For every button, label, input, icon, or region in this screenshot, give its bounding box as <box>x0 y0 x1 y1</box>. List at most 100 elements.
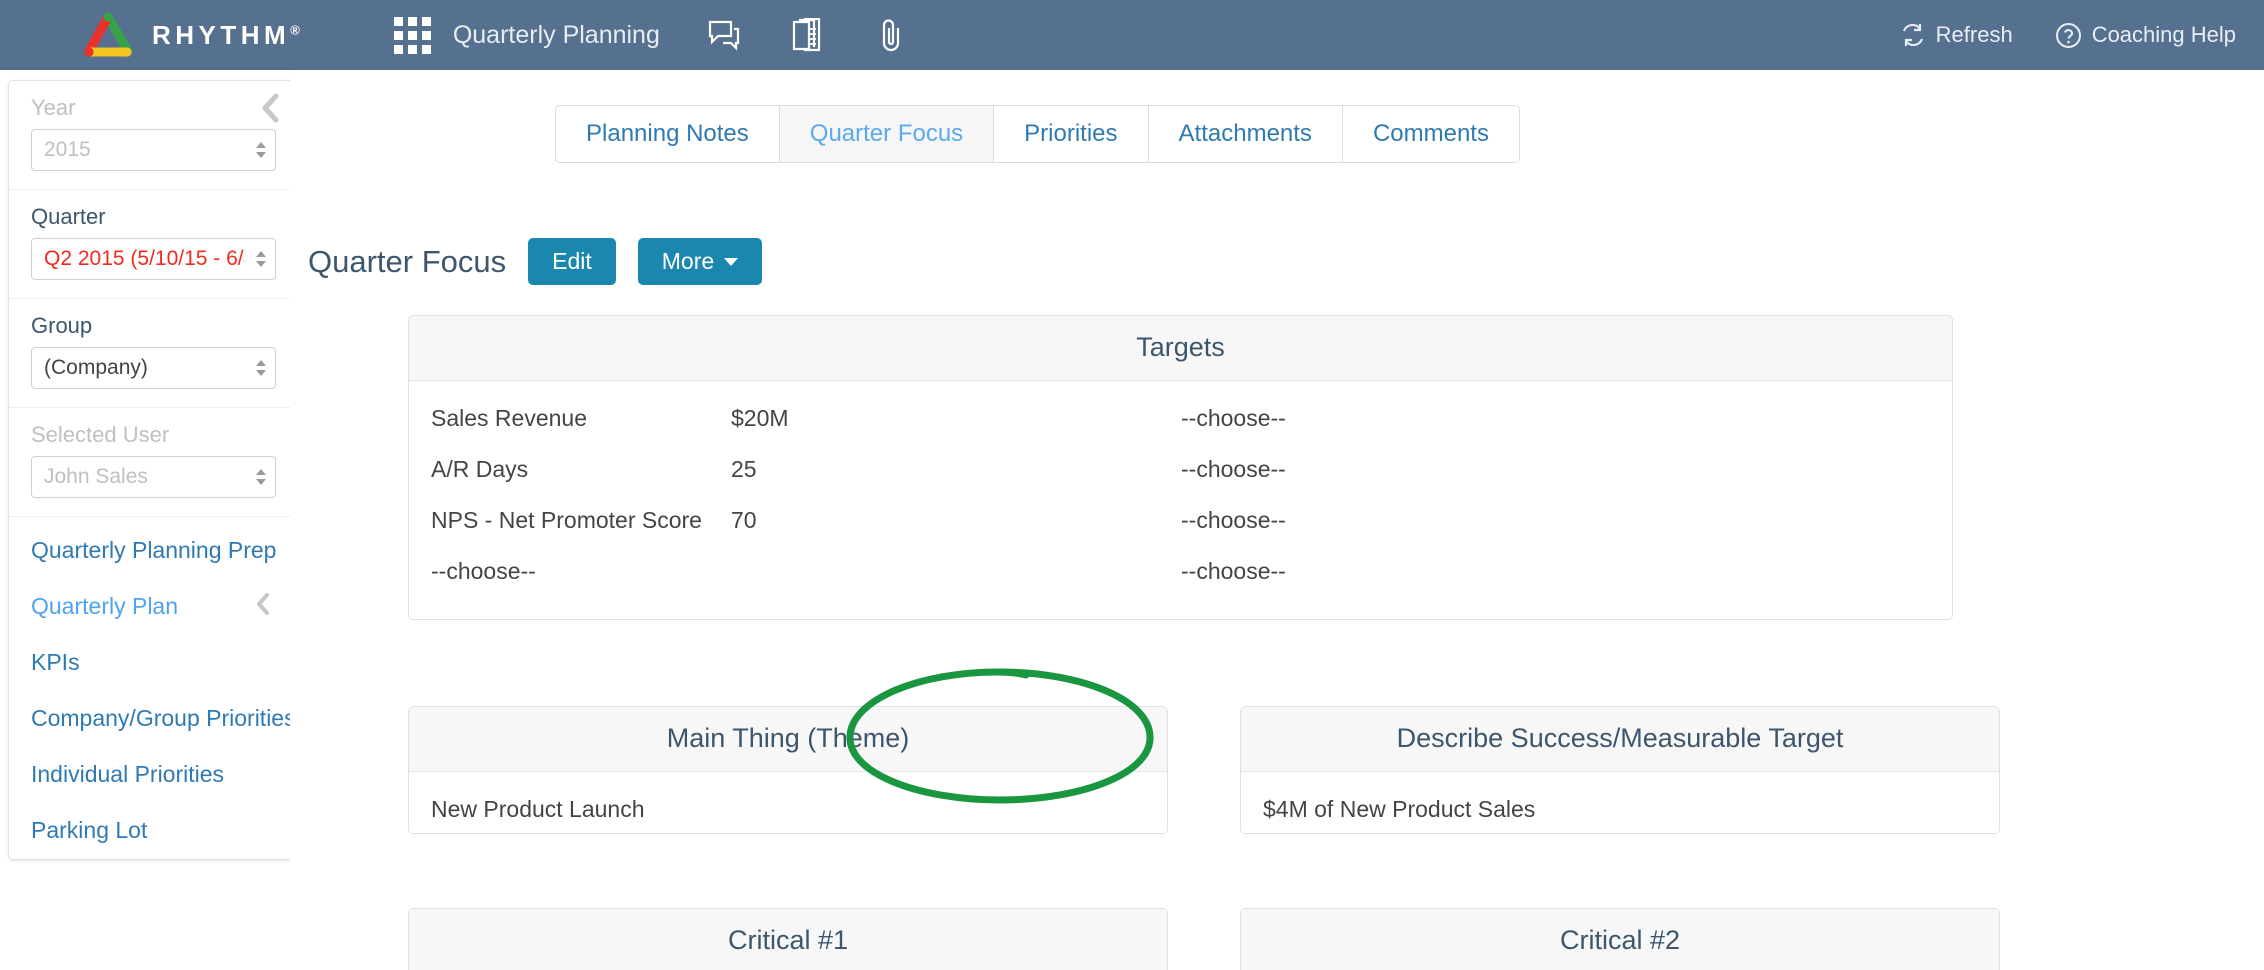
tab-planning-notes[interactable]: Planning Notes <box>555 105 780 163</box>
refresh-label: Refresh <box>1935 22 2013 47</box>
target-metric: NPS - Net Promoter Score <box>431 507 702 533</box>
year-select[interactable]: 2015 <box>31 129 276 171</box>
refresh-icon <box>1902 23 1923 47</box>
quarter-label: Quarter <box>31 204 106 229</box>
tab-quarter-focus[interactable]: Quarter Focus <box>779 105 995 163</box>
sidebar-item-label: Parking Lot <box>31 817 148 843</box>
app-title: Quarterly Planning <box>452 20 660 49</box>
sidebar-item-individual-priorities[interactable]: Individual Priorities <box>9 747 290 803</box>
table-row[interactable]: A/R Days 25 --choose-- <box>409 444 1952 495</box>
table-row[interactable]: NPS - Net Promoter Score 70 --choose-- <box>409 495 1952 546</box>
selected-user-select[interactable]: John Sales <box>31 456 276 498</box>
page-title: Quarter Focus <box>308 243 507 279</box>
describe-success-text: $4M of New Product Sales <box>1263 796 1536 822</box>
quarter-stepper-icon[interactable] <box>256 251 266 267</box>
selected-user-stepper-icon[interactable] <box>256 469 266 485</box>
target-metric[interactable]: --choose-- <box>431 558 731 585</box>
describe-success-panel: Describe Success/Measurable Target $4M o… <box>1240 706 2000 834</box>
critical-1-title: Critical #1 <box>409 909 1167 970</box>
sidebar-item-label: Individual Priorities <box>31 761 225 787</box>
edit-label: Edit <box>552 248 592 274</box>
sidebar: Year 2015 Quarter Q2 2015 (5/10/15 - 6/3… <box>0 70 290 970</box>
sidebar-item-label: Company/Group Priorities <box>31 705 290 731</box>
sidebar-nav: Quarterly Planning Prep Quarterly Plan K… <box>9 517 290 859</box>
group-label: Group <box>31 313 93 338</box>
apps-grid-icon[interactable] <box>393 16 431 54</box>
quarter-select[interactable]: Q2 2015 (5/10/15 - 6/30/15) <box>31 238 276 280</box>
documents-icon[interactable] <box>788 15 828 55</box>
selected-user-label: Selected User <box>31 422 170 447</box>
brand-logo[interactable]: RHYTHM® <box>80 10 300 60</box>
more-label: More <box>661 248 715 274</box>
critical-2-panel: Critical #2 NPS Survey After Installed <box>1240 908 2000 970</box>
registered-mark: ® <box>290 21 300 37</box>
sidebar-item-quarterly-planning-prep[interactable]: Quarterly Planning Prep <box>9 523 290 579</box>
rhythm-triangle-logo-icon <box>84 12 133 57</box>
critical-1-panel: Critical #1 No. Customer Demos (Leading … <box>408 908 1168 970</box>
group-stepper-icon[interactable] <box>256 360 266 376</box>
target-metric: A/R Days <box>431 456 529 482</box>
main-thing-title: Main Thing (Theme) <box>409 707 1167 772</box>
critical-2-title: Critical #2 <box>1241 909 1999 970</box>
main-thing-panel: Main Thing (Theme) New Product Launch <box>408 706 1168 834</box>
quarter-field-block: Quarter Q2 2015 (5/10/15 - 6/30/15) <box>9 190 290 299</box>
tab-label: Comments <box>1372 120 1489 147</box>
target-value: 25 <box>731 456 757 482</box>
main-content: Planning Notes Quarter Focus Priorities … <box>290 70 2264 970</box>
table-row[interactable]: Sales Revenue $20M --choose-- <box>409 393 1952 444</box>
sidebar-item-kpis[interactable]: KPIs <box>9 635 290 691</box>
edit-button[interactable]: Edit <box>528 238 616 285</box>
target-value: $20M <box>731 405 789 431</box>
question-circle-icon <box>2055 22 2081 48</box>
selected-user-field-block: Selected User John Sales <box>9 408 290 517</box>
header-actions: Refresh Coaching Help <box>1858 22 2236 49</box>
sidebar-item-company-group-priorities[interactable]: Company/Group Priorities <box>9 691 290 747</box>
sidebar-item-quarterly-plan[interactable]: Quarterly Plan <box>9 579 290 635</box>
chevron-down-icon <box>724 257 739 266</box>
target-owner[interactable]: --choose-- <box>1181 405 1286 432</box>
group-value: (Company) <box>44 356 148 379</box>
table-row[interactable]: --choose-- --choose-- <box>409 546 1952 597</box>
target-owner[interactable]: --choose-- <box>1181 456 1286 483</box>
coaching-help-label: Coaching Help <box>2091 22 2236 47</box>
more-button[interactable]: More <box>637 238 763 285</box>
tab-label: Priorities <box>1024 120 1118 147</box>
year-stepper-icon[interactable] <box>256 142 266 158</box>
year-field-block: Year 2015 <box>9 81 290 190</box>
target-owner[interactable]: --choose-- <box>1181 558 1286 585</box>
refresh-button[interactable]: Refresh <box>1900 22 2013 48</box>
brand-name: RHYTHM® <box>152 20 300 51</box>
sidebar-collapse-chevron-icon[interactable] <box>258 91 284 130</box>
describe-success-title: Describe Success/Measurable Target <box>1241 707 1999 772</box>
targets-rows: Sales Revenue $20M --choose-- A/R Days 2… <box>409 381 1952 619</box>
tab-attachments[interactable]: Attachments <box>1148 105 1343 163</box>
tab-label: Planning Notes <box>586 120 749 147</box>
tab-label: Attachments <box>1178 120 1312 147</box>
page-title-row: Quarter Focus Edit More <box>308 238 763 285</box>
sidebar-item-label: Quarterly Plan <box>31 593 179 619</box>
target-value: 70 <box>731 507 757 533</box>
brand-label: RHYTHM <box>152 19 291 50</box>
tab-label: Quarter Focus <box>809 120 964 147</box>
group-field-block: Group (Company) <box>9 299 290 408</box>
target-owner[interactable]: --choose-- <box>1181 507 1286 534</box>
targets-title: Targets <box>409 316 1952 381</box>
target-metric: Sales Revenue <box>431 405 587 431</box>
sidebar-item-chevron-left-icon <box>254 591 272 623</box>
paperclip-icon[interactable] <box>872 15 912 55</box>
tab-priorities[interactable]: Priorities <box>994 105 1149 163</box>
tab-bar: Planning Notes Quarter Focus Priorities … <box>555 105 1520 163</box>
sidebar-item-parking-lot[interactable]: Parking Lot <box>9 803 290 859</box>
sidebar-item-label: KPIs <box>31 649 80 675</box>
year-label: Year <box>31 95 76 120</box>
quarter-value: Q2 2015 (5/10/15 - 6/30/15) <box>44 247 245 270</box>
selected-user-value: John Sales <box>44 465 148 488</box>
coaching-help-button[interactable]: Coaching Help <box>2055 22 2236 49</box>
sidebar-panel: Year 2015 Quarter Q2 2015 (5/10/15 - 6/3… <box>8 80 290 860</box>
tab-comments[interactable]: Comments <box>1342 105 1520 163</box>
group-select[interactable]: (Company) <box>31 347 276 389</box>
targets-panel: Targets Sales Revenue $20M --choose-- A/… <box>408 315 1953 620</box>
year-value: 2015 <box>44 138 91 161</box>
chat-icon[interactable] <box>704 15 744 55</box>
sidebar-item-label: Quarterly Planning Prep <box>31 537 277 563</box>
